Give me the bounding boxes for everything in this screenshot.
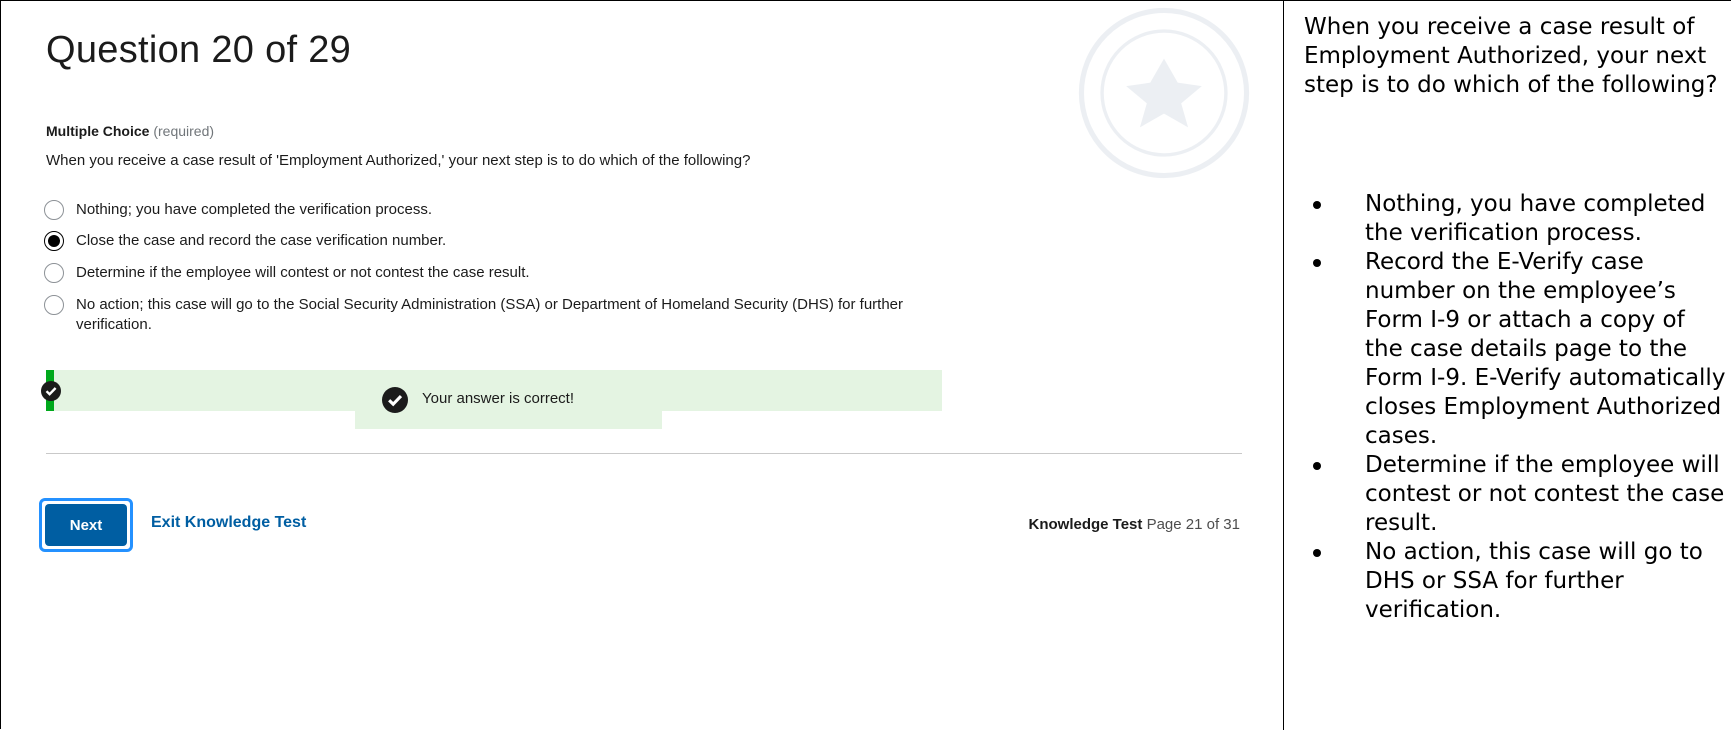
success-message: Your answer is correct!: [422, 390, 575, 407]
radio-button[interactable]: [44, 295, 64, 315]
answer-option-label: Determine if the employee will contest o…: [76, 264, 530, 281]
answer-option-4[interactable]: No action; this case will go to the Soci…: [44, 295, 924, 335]
check-circle-icon: [382, 387, 408, 413]
answer-option-label: Nothing; you have completed the verifica…: [76, 201, 433, 218]
question-type-label: Multiple Choice: [46, 123, 150, 139]
next-button[interactable]: Next: [45, 504, 127, 546]
radio-button-selected[interactable]: [44, 231, 64, 251]
radio-button[interactable]: [44, 200, 64, 220]
radio-button[interactable]: [44, 263, 64, 283]
notes-answer-item: Nothing, you have completed the verifica…: [1304, 190, 1728, 248]
answer-option-2[interactable]: Close the case and record the case verif…: [44, 231, 446, 251]
notes-question: When you receive a case result of Employ…: [1304, 14, 1718, 98]
answer-option-label: Close the case and record the case verif…: [76, 232, 447, 249]
page-indicator-label: Knowledge Test: [1028, 516, 1143, 533]
notes-answer-item: No action, this case will go to DHS or S…: [1304, 538, 1728, 625]
page-indicator: Knowledge Test Page 21 of 31: [1029, 516, 1241, 533]
notes-cell: When you receive a case result of Employ…: [1284, 1, 1730, 729]
exit-knowledge-test-link[interactable]: Exit Knowledge Test: [151, 514, 306, 532]
notes-answer-list: Nothing, you have completed the verifica…: [1304, 190, 1728, 625]
screenshot-cell: Question 20 of 29 Multiple Choice (requi…: [1, 1, 1283, 729]
page-indicator-numbers: Page 21 of 31: [1146, 516, 1240, 533]
check-circle-icon: [41, 381, 61, 401]
required-label: (required): [153, 123, 215, 139]
question-prompt: When you receive a case result of 'Emplo…: [46, 152, 751, 169]
answer-option-1[interactable]: Nothing; you have completed the verifica…: [44, 200, 432, 220]
notes-answer-item: Record the E-Verify case number on the e…: [1304, 248, 1728, 451]
question-type: Multiple Choice (required): [46, 123, 214, 139]
notes-answer-item: Determine if the employee will contest o…: [1304, 451, 1728, 538]
divider: [46, 453, 1242, 454]
answer-option-3[interactable]: Determine if the employee will contest o…: [44, 263, 530, 283]
question-title: Question 20 of 29: [46, 29, 352, 71]
answer-option-label: No action; this case will go to the Soci…: [76, 296, 903, 333]
dhs-seal-watermark: [1078, 7, 1250, 179]
